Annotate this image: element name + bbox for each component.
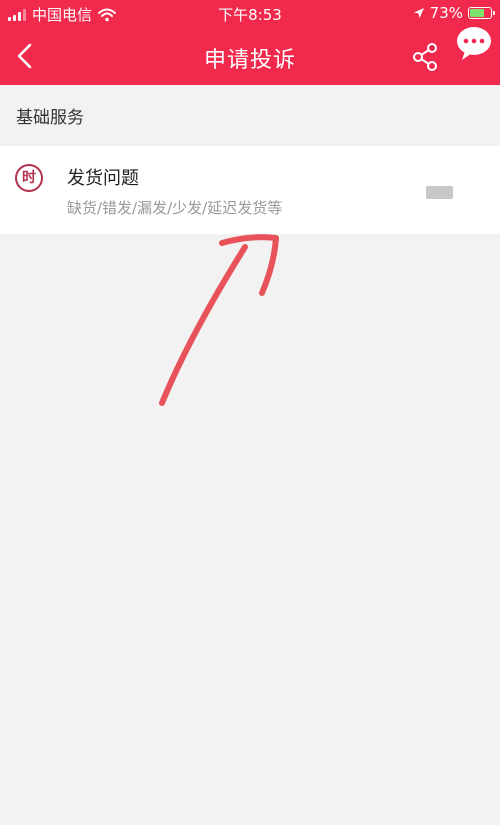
battery-percent: 73% (429, 4, 463, 22)
chat-button[interactable] (455, 24, 493, 62)
list-item-title: 发货问题 (67, 168, 139, 189)
battery-fill (470, 9, 484, 17)
list-item-subtitle: 缺货/错发/漏发/少发/延迟发货等 (67, 199, 283, 217)
list-item-shipping-issue[interactable]: 时 发货问题 缺货/错发/漏发/少发/延迟发货等 (0, 146, 500, 234)
header: 中国电信 下午8:53 73% 申请投诉 (0, 0, 500, 85)
chat-icon (457, 27, 491, 60)
section-title: 基础服务 (16, 108, 84, 128)
status-bar: 中国电信 下午8:53 73% (0, 0, 500, 26)
status-right: 73% (413, 4, 495, 22)
location-icon (413, 8, 424, 18)
time-badge-icon: 时 (15, 164, 43, 192)
blurred-indicator (426, 186, 453, 199)
battery-icon (468, 7, 495, 19)
share-button[interactable] (408, 40, 442, 74)
annotation-arrow (159, 234, 279, 406)
share-icon (413, 43, 437, 71)
